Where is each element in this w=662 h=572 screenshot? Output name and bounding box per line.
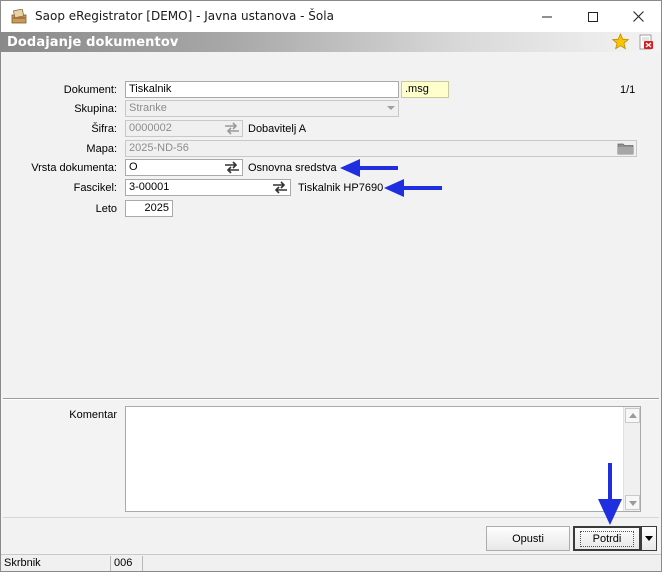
button-bar: Opusti Potrdi xyxy=(3,517,659,553)
komentar-textarea[interactable] xyxy=(125,406,641,512)
swap-arrows-icon[interactable] xyxy=(223,161,241,174)
fascikel-label: Fascikel: xyxy=(73,182,117,194)
dokument-label: Dokument: xyxy=(63,84,117,96)
star-icon[interactable] xyxy=(612,33,629,50)
skupina-label: Skupina: xyxy=(74,103,117,115)
mapa-input[interactable]: 2025-ND-56 xyxy=(125,140,637,157)
chevron-down-icon xyxy=(387,106,395,110)
cancel-button[interactable]: Opusti xyxy=(486,526,570,551)
skupina-value: Stranke xyxy=(129,102,167,114)
scroll-down-button[interactable] xyxy=(625,495,640,510)
confirm-button-label: Potrdi xyxy=(579,530,635,547)
maximize-button[interactable] xyxy=(570,1,616,32)
app-icon xyxy=(11,9,27,24)
extension-field: .msg xyxy=(401,81,449,98)
confirm-button[interactable]: Potrdi xyxy=(573,526,641,551)
pointer-arrow-icon xyxy=(384,179,442,197)
sifra-label: Šifra: xyxy=(91,123,117,135)
chevron-up-icon xyxy=(629,413,637,418)
komentar-label: Komentar xyxy=(69,409,117,421)
cancel-button-label: Opusti xyxy=(512,532,544,545)
dialog-window: Saop eRegistrator [DEMO] - Javna ustanov… xyxy=(0,0,662,572)
form-header: Dodajanje dokumentov xyxy=(1,32,661,52)
status-user: Skrbnik xyxy=(1,556,111,571)
maximize-icon xyxy=(588,11,598,22)
minimize-button[interactable] xyxy=(524,1,570,32)
mapa-label: Mapa: xyxy=(86,143,117,155)
comment-scrollbar[interactable] xyxy=(623,407,640,511)
confirm-dropdown-button[interactable] xyxy=(641,526,657,551)
divider xyxy=(3,398,659,400)
skupina-select[interactable]: Stranke xyxy=(125,100,399,117)
scroll-up-button[interactable] xyxy=(625,408,640,423)
minimize-icon xyxy=(542,16,552,17)
sifra-description: Dobavitelj A xyxy=(248,123,307,135)
fascikel-description: Tiskalnik HP7690 xyxy=(298,182,384,194)
vrsta-description: Osnovna sredstva xyxy=(248,162,337,174)
close-icon xyxy=(632,11,644,22)
record-counter: 1/1 xyxy=(620,84,636,96)
vrsta-label: Vrsta dokumenta: xyxy=(31,162,117,174)
close-button[interactable] xyxy=(615,1,661,32)
window-title: Saop eRegistrator [DEMO] - Javna ustanov… xyxy=(35,9,334,23)
pointer-arrow-icon xyxy=(340,159,398,177)
chevron-down-icon xyxy=(629,501,637,506)
folder-icon[interactable] xyxy=(617,142,634,155)
leto-input[interactable]: 2025 xyxy=(125,200,173,217)
status-bar: Skrbnik 006 xyxy=(1,554,661,571)
fascikel-input[interactable]: 3-00001 xyxy=(125,179,291,196)
dokument-input[interactable]: Tiskalnik xyxy=(125,81,399,98)
status-code: 006 xyxy=(111,556,143,571)
form-title: Dodajanje dokumentov xyxy=(7,35,179,50)
chevron-down-icon xyxy=(645,536,653,541)
close-document-icon[interactable] xyxy=(638,34,654,50)
pointer-arrow-icon xyxy=(598,463,622,525)
swap-arrows-icon[interactable] xyxy=(271,181,289,194)
title-bar[interactable]: Saop eRegistrator [DEMO] - Javna ustanov… xyxy=(1,1,661,32)
swap-arrows-icon[interactable] xyxy=(223,122,241,135)
leto-label: Leto xyxy=(95,203,117,215)
